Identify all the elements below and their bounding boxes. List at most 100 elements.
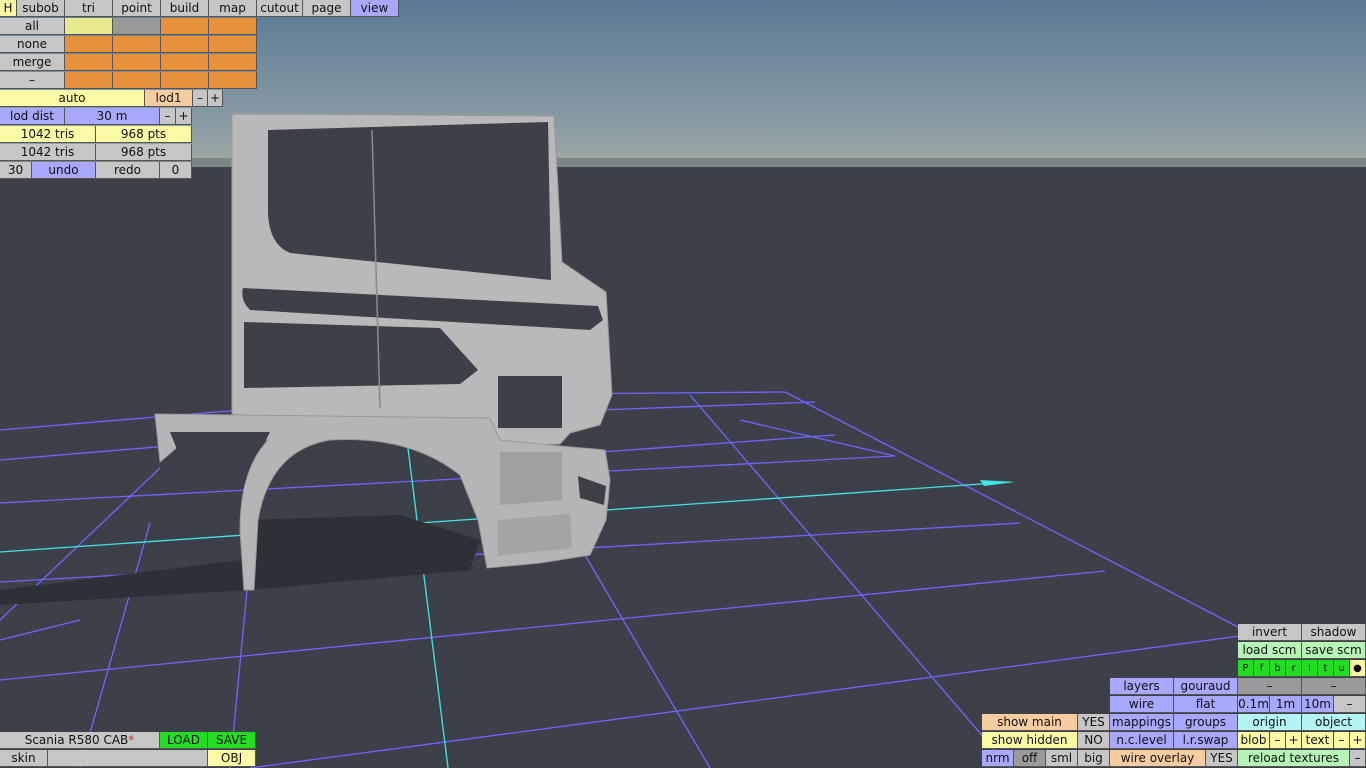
tab-tri[interactable]: tri	[65, 0, 113, 17]
size-big-button[interactable]: big	[1078, 750, 1110, 767]
view-right-button[interactable]: r	[1286, 660, 1302, 677]
mappings-button[interactable]: mappings	[1110, 714, 1174, 731]
view-dot-icon[interactable]: ●	[1350, 660, 1366, 677]
text-minus-button[interactable]: –	[1334, 732, 1350, 749]
tab-build[interactable]: build	[161, 0, 209, 17]
file-name: Scania R580 CAB	[24, 733, 129, 747]
wire-button[interactable]: wire	[1110, 696, 1174, 713]
skin-field[interactable]	[48, 750, 208, 767]
object-button[interactable]: object	[1302, 714, 1366, 731]
groups-button[interactable]: groups	[1174, 714, 1238, 731]
view-under-button[interactable]: u	[1334, 660, 1350, 677]
3d-viewport[interactable]	[0, 0, 1366, 768]
grid-0-1m-button[interactable]: 0.1m	[1238, 696, 1270, 713]
grid-minus-button[interactable]: –	[1334, 696, 1366, 713]
size-nrm-button[interactable]: nrm	[982, 750, 1014, 767]
text-button[interactable]: text	[1302, 732, 1334, 749]
tab-point[interactable]: point	[113, 0, 161, 17]
dash-button-2[interactable]: –	[1302, 678, 1366, 695]
subobject-slot-13[interactable]	[65, 72, 113, 89]
size-off-button[interactable]: off	[1014, 750, 1046, 767]
dash-button-1[interactable]: –	[1238, 678, 1302, 695]
show-main-button[interactable]: show main	[982, 714, 1078, 731]
layers-button[interactable]: layers	[1110, 678, 1174, 695]
subobject-slot-10[interactable]	[113, 54, 161, 71]
lod-minus-button[interactable]: –	[193, 90, 208, 107]
view-top-button[interactable]: t	[1318, 660, 1334, 677]
gouraud-button[interactable]: gouraud	[1174, 678, 1238, 695]
lr-swap-button[interactable]: l.r.swap	[1174, 732, 1238, 749]
lod-level-button[interactable]: lod1	[145, 90, 193, 107]
view-back-button[interactable]: b	[1270, 660, 1286, 677]
blob-minus-button[interactable]: –	[1270, 732, 1286, 749]
blob-plus-button[interactable]: +	[1286, 732, 1302, 749]
origin-button[interactable]: origin	[1238, 714, 1302, 731]
load-button[interactable]: LOAD	[160, 732, 208, 749]
blob-button[interactable]: blob	[1238, 732, 1270, 749]
tab-map[interactable]: map	[209, 0, 257, 17]
subobject-slot-7[interactable]	[161, 36, 209, 53]
skin-label: skin	[0, 750, 48, 767]
tris-count-total: 1042 tris	[0, 144, 96, 161]
show-hidden-button[interactable]: show hidden	[982, 732, 1078, 749]
subobject-slot-1[interactable]	[65, 18, 113, 35]
redo-count: 0	[160, 162, 192, 179]
subobject-slot-14[interactable]	[113, 72, 161, 89]
show-main-value[interactable]: YES	[1078, 714, 1110, 731]
subobject-slot-6[interactable]	[113, 36, 161, 53]
lod-plus-button[interactable]: +	[208, 90, 223, 107]
merge-button[interactable]: merge	[0, 54, 65, 71]
redo-button[interactable]: redo	[96, 162, 160, 179]
subobject-slot-9[interactable]	[65, 54, 113, 71]
subobject-slot-2[interactable]	[113, 18, 161, 35]
obj-button[interactable]: OBJ	[208, 750, 256, 767]
select-all-button[interactable]: all	[0, 18, 65, 35]
tris-count: 1042 tris	[0, 126, 96, 143]
undo-button[interactable]: undo	[32, 162, 96, 179]
subobject-slot-5[interactable]	[65, 36, 113, 53]
lod-auto-button[interactable]: auto	[0, 90, 145, 107]
file-name-field[interactable]: Scania R580 CAB*	[0, 732, 160, 749]
save-scm-button[interactable]: save scm	[1302, 642, 1366, 659]
subobject-slot-16[interactable]	[209, 72, 257, 89]
show-hidden-value[interactable]: NO	[1078, 732, 1110, 749]
minus-button[interactable]: –	[0, 72, 65, 89]
lod-dist-minus-button[interactable]: –	[160, 108, 176, 125]
modified-mark: *	[128, 733, 135, 747]
subobject-slot-8[interactable]	[209, 36, 257, 53]
shadow-button[interactable]: shadow	[1302, 624, 1366, 641]
select-none-button[interactable]: none	[0, 36, 65, 53]
wire-overlay-button[interactable]: wire overlay	[1110, 750, 1206, 767]
lod-dist-label: lod dist	[0, 108, 65, 125]
pts-count: 968 pts	[96, 126, 192, 143]
subobject-slot-12[interactable]	[209, 54, 257, 71]
view-persp-button[interactable]: P	[1238, 660, 1254, 677]
wire-overlay-value[interactable]: YES	[1206, 750, 1238, 767]
size-sml-button[interactable]: sml	[1046, 750, 1078, 767]
tab-subob[interactable]: subob	[17, 0, 65, 17]
load-scm-button[interactable]: load scm	[1238, 642, 1302, 659]
reload-textures-button[interactable]: reload textures	[1238, 750, 1350, 767]
pts-count-total: 968 pts	[96, 144, 192, 161]
subobject-slot-4[interactable]	[209, 18, 257, 35]
lod-dist-plus-button[interactable]: +	[176, 108, 192, 125]
invert-button[interactable]: invert	[1238, 624, 1302, 641]
subobject-slot-3[interactable]	[161, 18, 209, 35]
save-button[interactable]: SAVE	[208, 732, 256, 749]
horizon-haze	[0, 158, 1366, 167]
view-front-button[interactable]: f	[1254, 660, 1270, 677]
flat-button[interactable]: flat	[1174, 696, 1238, 713]
lod-dist-value[interactable]: 30 m	[65, 108, 160, 125]
grid-10m-button[interactable]: 10m	[1302, 696, 1334, 713]
subobject-slot-15[interactable]	[161, 72, 209, 89]
view-left-button[interactable]: l	[1302, 660, 1318, 677]
tab-page[interactable]: page	[303, 0, 351, 17]
nc-level-button[interactable]: n.c.level	[1110, 732, 1174, 749]
text-plus-button[interactable]: +	[1350, 732, 1366, 749]
tab-view[interactable]: view	[351, 0, 399, 17]
subobject-slot-11[interactable]	[161, 54, 209, 71]
reload-minus-button[interactable]: –	[1350, 750, 1366, 767]
tab-h[interactable]: H	[0, 0, 17, 17]
grid-1m-button[interactable]: 1m	[1270, 696, 1302, 713]
tab-cutout[interactable]: cutout	[257, 0, 303, 17]
